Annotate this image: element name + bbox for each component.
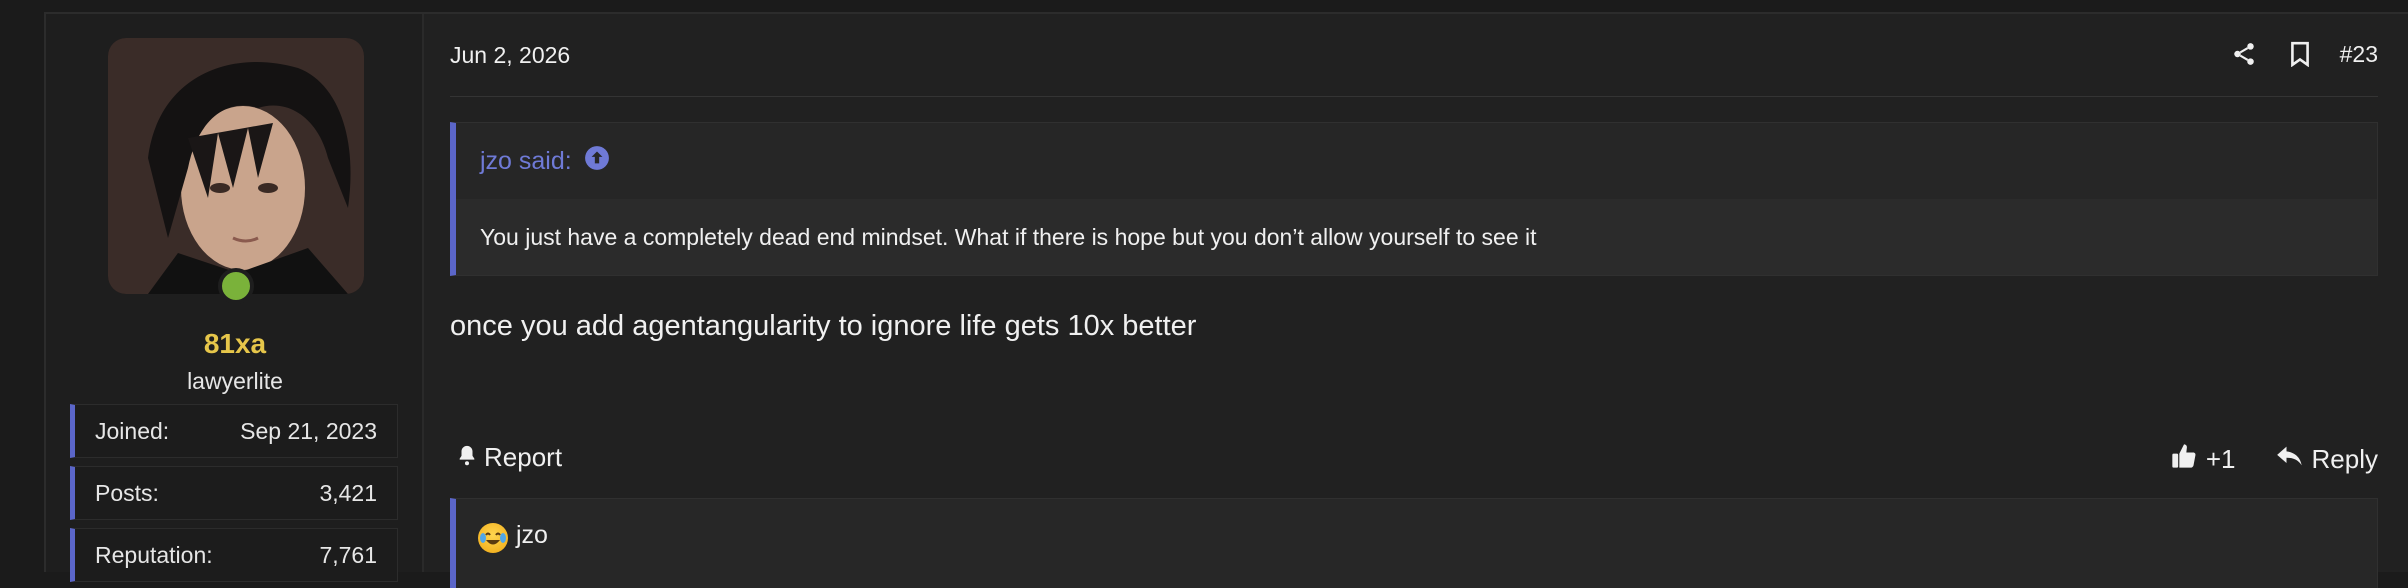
post-container: 81xa lawyerlite Joined: Sep 21, 2023 Pos… xyxy=(44,12,2408,588)
arrow-up-circle-icon[interactable] xyxy=(584,145,610,178)
reply-arrow-icon xyxy=(2276,443,2304,476)
like-button[interactable]: +1 xyxy=(2170,442,2236,477)
share-icon[interactable] xyxy=(2228,38,2260,70)
online-status-indicator xyxy=(218,268,254,304)
stat-posts: Posts: 3,421 xyxy=(70,466,398,520)
post-message: once you add agentangularity to ignore l… xyxy=(450,310,1197,342)
stat-value: Sep 21, 2023 xyxy=(240,417,377,444)
report-label: Report xyxy=(484,442,563,472)
quote-header[interactable]: jzo said: xyxy=(456,123,2377,199)
header-divider xyxy=(450,96,2378,97)
post-header-actions: #23 xyxy=(2228,38,2378,70)
post-footer-actions: +1 Reply xyxy=(2170,442,2378,477)
stat-joined: Joined: Sep 21, 2023 xyxy=(70,404,398,458)
reactions-bar[interactable]: jzo xyxy=(450,498,2378,588)
stat-reputation: Reputation: 7,761 xyxy=(70,528,398,582)
crying-laughing-emoji-icon xyxy=(478,523,508,553)
reply-label: Reply xyxy=(2311,444,2378,474)
post-date[interactable]: Jun 2, 2026 xyxy=(450,42,570,69)
avatar[interactable] xyxy=(108,38,364,294)
reaction-users[interactable]: jzo xyxy=(516,521,548,550)
bookmark-icon[interactable] xyxy=(2284,38,2316,70)
stat-label: Reputation: xyxy=(95,541,213,568)
user-title: lawyerlite xyxy=(187,368,283,394)
quote-text: You just have a completely dead end mind… xyxy=(456,199,2377,275)
thumbs-up-icon xyxy=(2170,442,2198,477)
stat-label: Joined: xyxy=(95,417,170,444)
post-main: Jun 2, 2026 #23 jzo said: You just have … xyxy=(424,14,2408,588)
quote-block: jzo said: You just have a completely dea… xyxy=(450,122,2378,276)
reply-button[interactable]: Reply xyxy=(2276,443,2378,476)
bell-icon xyxy=(456,442,478,473)
avatar-image xyxy=(108,38,364,294)
quote-author[interactable]: jzo said: xyxy=(480,147,572,176)
user-info-panel: 81xa lawyerlite Joined: Sep 21, 2023 Pos… xyxy=(46,14,424,582)
report-link[interactable]: Report xyxy=(456,442,562,473)
stat-value: 7,761 xyxy=(319,541,377,568)
post-number-link[interactable]: #23 xyxy=(2340,41,2378,68)
stat-value: 3,421 xyxy=(319,479,377,506)
stat-label: Posts: xyxy=(95,479,159,506)
like-count: +1 xyxy=(2205,444,2236,474)
username[interactable]: 81xa xyxy=(46,328,424,360)
